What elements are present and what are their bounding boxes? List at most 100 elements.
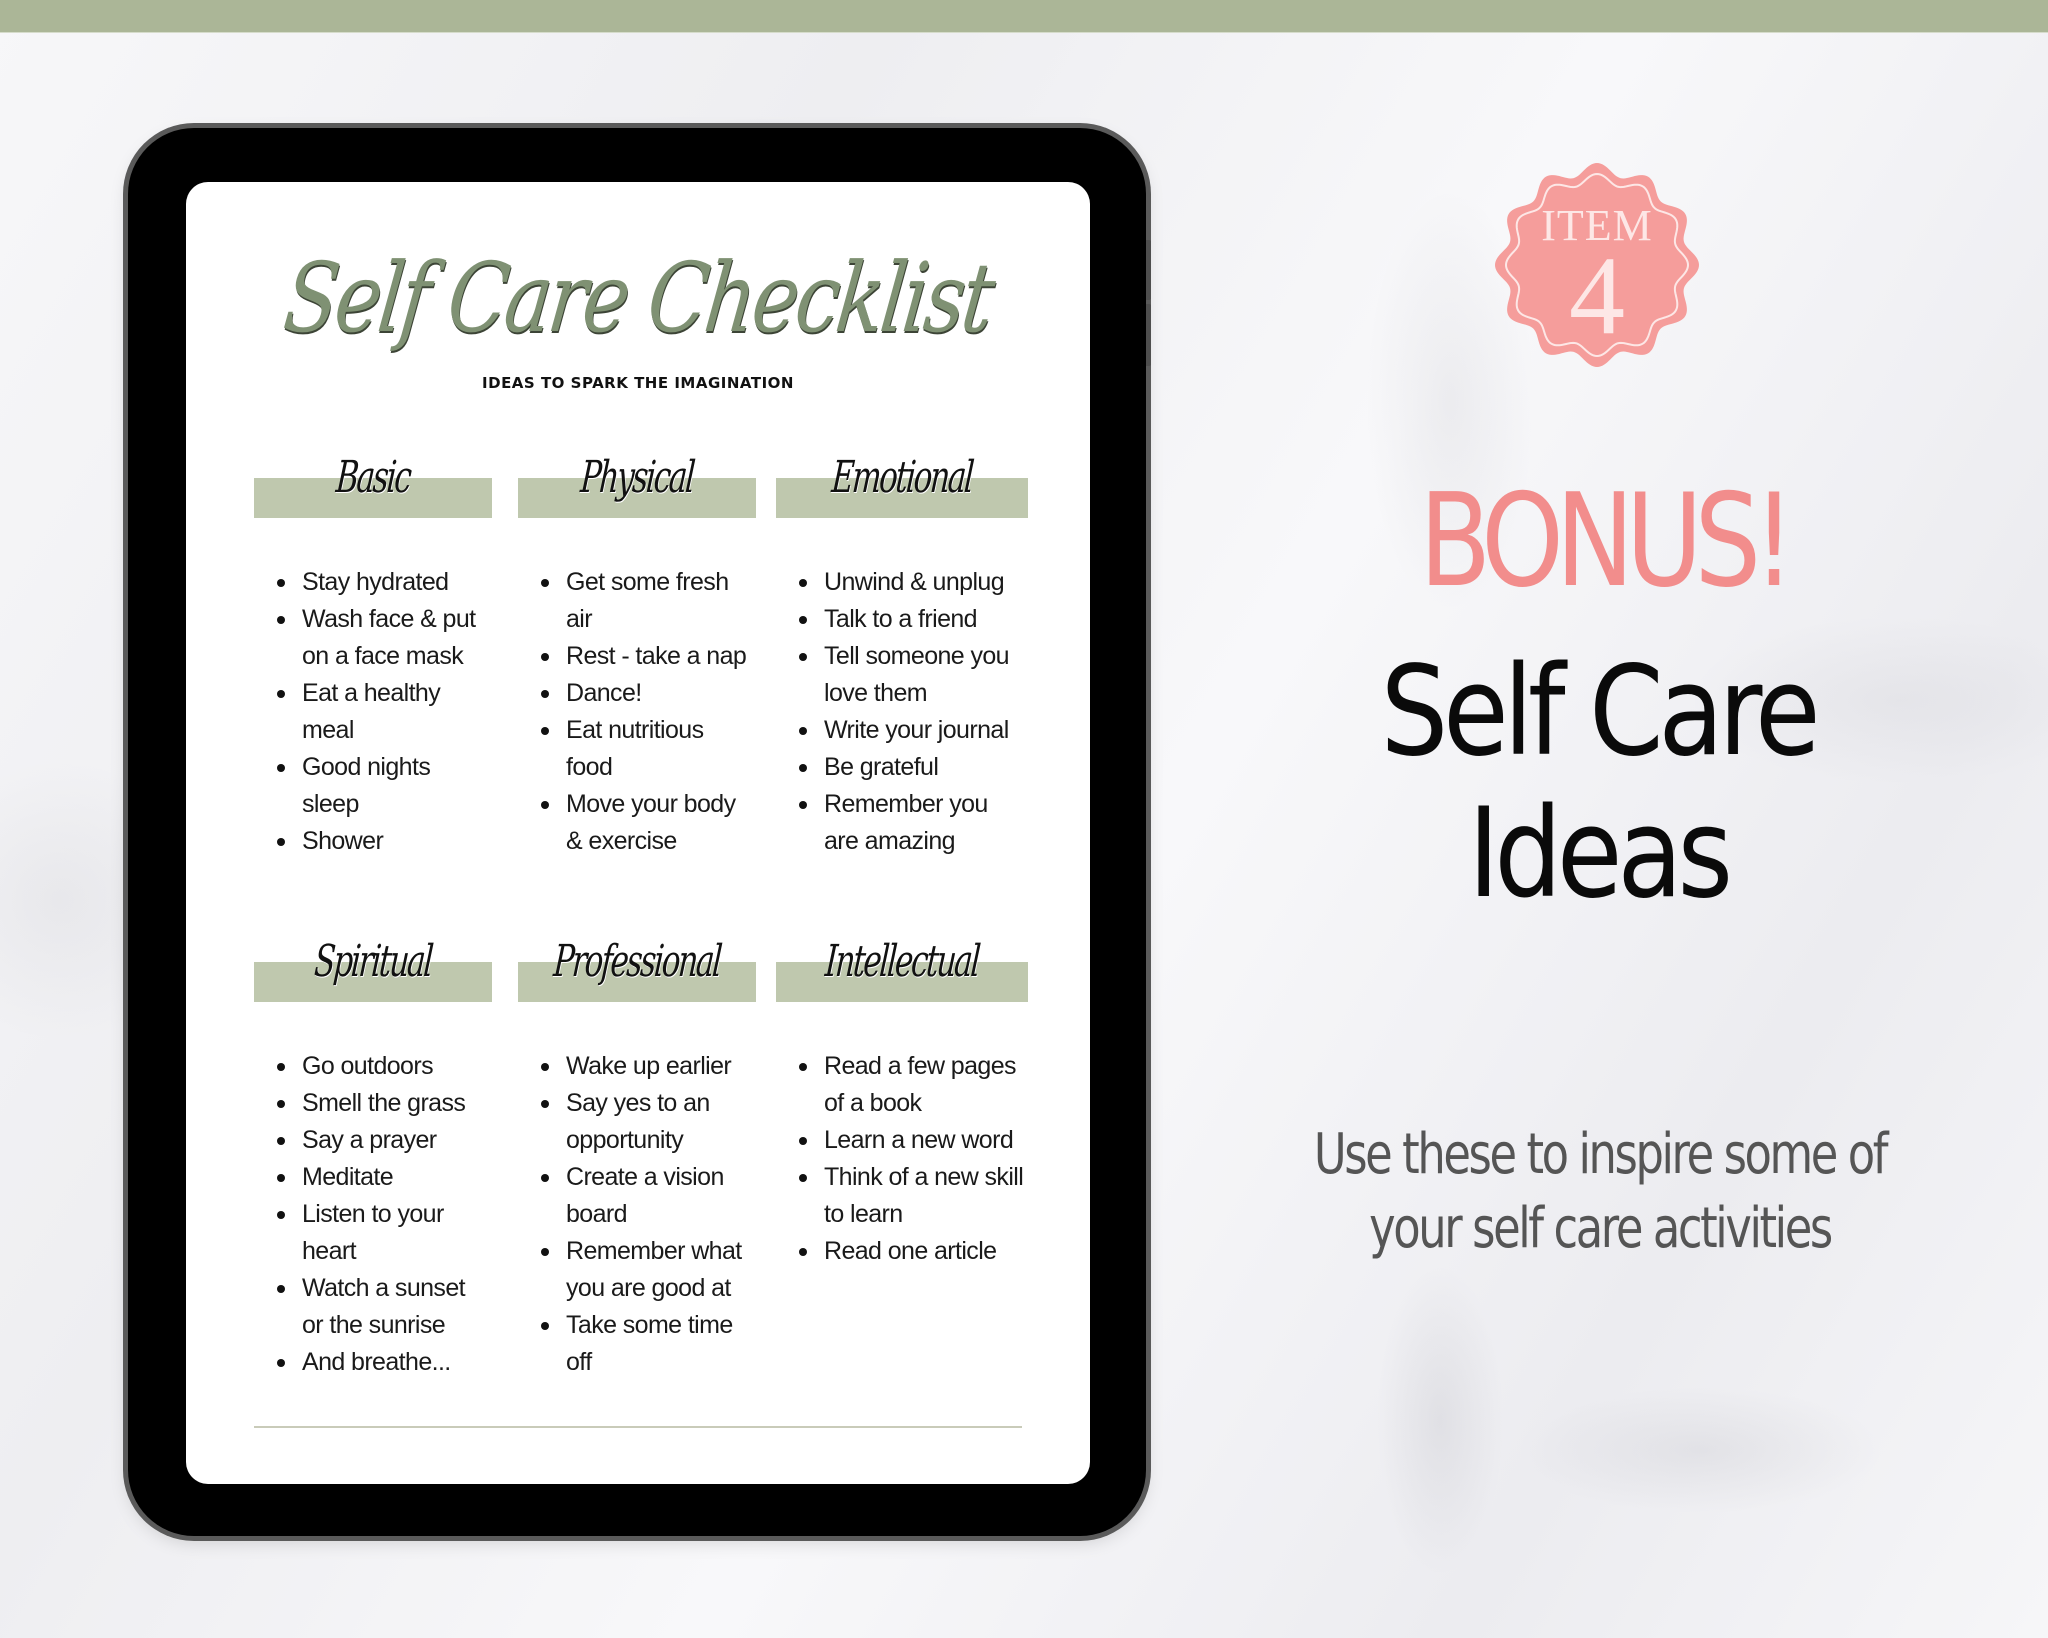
checklist: Unwind & unplug Talk to a friend Tell some…: [776, 564, 1028, 860]
checklist-item: Read a few pages of a book: [776, 1048, 1028, 1122]
checklist-item: Listen to your heart: [254, 1196, 492, 1270]
bullet-icon: [541, 727, 549, 735]
checklist-item: Good nights sleep: [254, 749, 492, 823]
checklist-item: Get some fresh air: [518, 564, 756, 638]
checklist-item-text: Meditate: [302, 1163, 394, 1191]
checklist-item-text: Shower: [302, 827, 384, 855]
checklist-item-text: Learn a new word: [824, 1126, 1014, 1154]
checklist-item: And breathe...: [254, 1344, 492, 1381]
checklist-item-text: Good nights sleep: [302, 753, 431, 818]
section-header: Physical: [518, 452, 756, 518]
bullet-icon: [541, 653, 549, 661]
checklist: Go outdoors Smell the grass Say a prayer Me…: [254, 1048, 492, 1381]
checklist-item: Wake up earlier: [518, 1048, 756, 1085]
bullet-icon: [541, 579, 549, 587]
checklist-item: Rest - take a nap: [518, 638, 756, 675]
checklist-item-text: Take some time off: [566, 1311, 733, 1376]
checklist-item-text: Listen to your heart: [302, 1200, 444, 1265]
checklist-item: Eat nutritious food: [518, 712, 756, 786]
tablet-screen: Self Care Checklist IDEAS TO SPARK THE I…: [186, 182, 1090, 1484]
bullet-icon: [799, 653, 807, 661]
checklist-item: Say a prayer: [254, 1122, 492, 1159]
checklist-item: Say yes to an opportunity: [518, 1085, 756, 1159]
tagline-line-2: your self care activities: [1369, 1196, 1833, 1261]
bullet-icon: [541, 801, 549, 809]
checklist-item: Be grateful: [776, 749, 1028, 786]
checklist-item: Create a vision board: [518, 1159, 756, 1233]
checklist-item-text: Say a prayer: [302, 1126, 437, 1154]
bullet-icon: [541, 1100, 549, 1108]
section-professional: Professional Wake up earlier Say yes to an…: [518, 934, 756, 1381]
bullet-icon: [799, 1063, 807, 1071]
checklist-item-text: Go outdoors: [302, 1052, 434, 1080]
checklist-item-text: Get some fresh air: [566, 568, 729, 633]
bullet-icon: [799, 1248, 807, 1256]
bullet-icon: [541, 1174, 549, 1182]
bullet-icon: [277, 1174, 285, 1182]
section-physical: Physical Get some fresh air Rest - take a …: [518, 450, 756, 860]
checklist-item-text: Rest - take a nap: [566, 642, 747, 670]
bullet-icon: [799, 579, 807, 587]
section-header: Spiritual: [254, 936, 492, 1002]
checklist-item-text: Remember what you are good at: [566, 1237, 742, 1302]
checklist-item: Write your journal: [776, 712, 1028, 749]
section-header: Professional: [518, 936, 756, 1002]
bullet-icon: [541, 1063, 549, 1071]
bullet-icon: [277, 1100, 285, 1108]
bullet-icon: [799, 764, 807, 772]
checklist-item: Remember you are amazing: [776, 786, 1028, 860]
headline-line-2: Ideas: [1468, 782, 1733, 926]
checklist-item-text: And breathe...: [302, 1348, 451, 1376]
section-title: Intellectual: [823, 936, 981, 987]
checklist-item-text: Be grateful: [824, 753, 939, 781]
checklist-item: Tell someone you love them: [776, 638, 1028, 712]
checklist-item-text: Talk to a friend: [824, 605, 978, 633]
bullet-icon: [277, 616, 285, 624]
section-title: Spiritual: [312, 936, 434, 987]
footer-divider: [254, 1426, 1022, 1428]
badge-number: 4: [1569, 234, 1625, 358]
checklist-item: Unwind & unplug: [776, 564, 1028, 601]
bullet-icon: [277, 579, 285, 587]
bullet-icon: [799, 616, 807, 624]
bullet-icon: [541, 690, 549, 698]
checklist-item: Talk to a friend: [776, 601, 1028, 638]
tablet-volume-down-button: [1146, 304, 1151, 366]
section-intellectual: Intellectual Read a few pages of a book Le…: [776, 934, 1028, 1270]
checklist-item: Remember what you are good at: [518, 1233, 756, 1307]
bullet-icon: [277, 690, 285, 698]
bullet-icon: [277, 838, 285, 846]
checklist-item: Meditate: [254, 1159, 492, 1196]
top-accent-bar: [0, 0, 2048, 33]
tagline-line-1: Use these to inspire some of: [1313, 1122, 1889, 1187]
bullet-icon: [277, 1285, 285, 1293]
checklist-item: Move your body & exercise: [518, 786, 756, 860]
checklist: Read a few pages of a book Learn a new wo…: [776, 1048, 1028, 1270]
checklist-item-text: Write your journal: [824, 716, 1009, 744]
checklist-item: Dance!: [518, 675, 756, 712]
bonus-heading: BONUS!: [1419, 467, 1795, 616]
bullet-icon: [277, 1063, 285, 1071]
checklist-item: Take some time off: [518, 1307, 756, 1381]
checklist-item: Wash face & put on a face mask: [254, 601, 492, 675]
checklist-item: Go outdoors: [254, 1048, 492, 1085]
section-basic: Basic Stay hydrated Wash face & put on a f…: [254, 450, 492, 860]
checklist-item-text: Wash face & put on a face mask: [302, 605, 476, 670]
checklist-item-text: Dance!: [566, 679, 642, 707]
checklist-item-text: Read one article: [824, 1237, 997, 1265]
checklist-item-text: Wake up earlier: [566, 1052, 732, 1080]
checklist-item-text: Say yes to an opportunity: [566, 1089, 710, 1154]
bullet-icon: [799, 1137, 807, 1145]
checklist-item-text: Eat nutritious food: [566, 716, 704, 781]
section-title: Emotional: [830, 452, 974, 503]
checklist-item-text: Think of a new skill to learn: [824, 1163, 1024, 1228]
section-title: Professional: [551, 936, 723, 987]
bullet-icon: [277, 1137, 285, 1145]
checklist-item: Watch a sunset or the sunrise: [254, 1270, 492, 1344]
checklist: Wake up earlier Say yes to an opportunity…: [518, 1048, 756, 1381]
checklist-item: Read one article: [776, 1233, 1028, 1270]
checklist-item: Stay hydrated: [254, 564, 492, 601]
section-title: Basic: [334, 452, 412, 503]
checklist-item-text: Remember you are amazing: [824, 790, 988, 855]
checklist-item-text: Read a few pages of a book: [824, 1052, 1017, 1117]
